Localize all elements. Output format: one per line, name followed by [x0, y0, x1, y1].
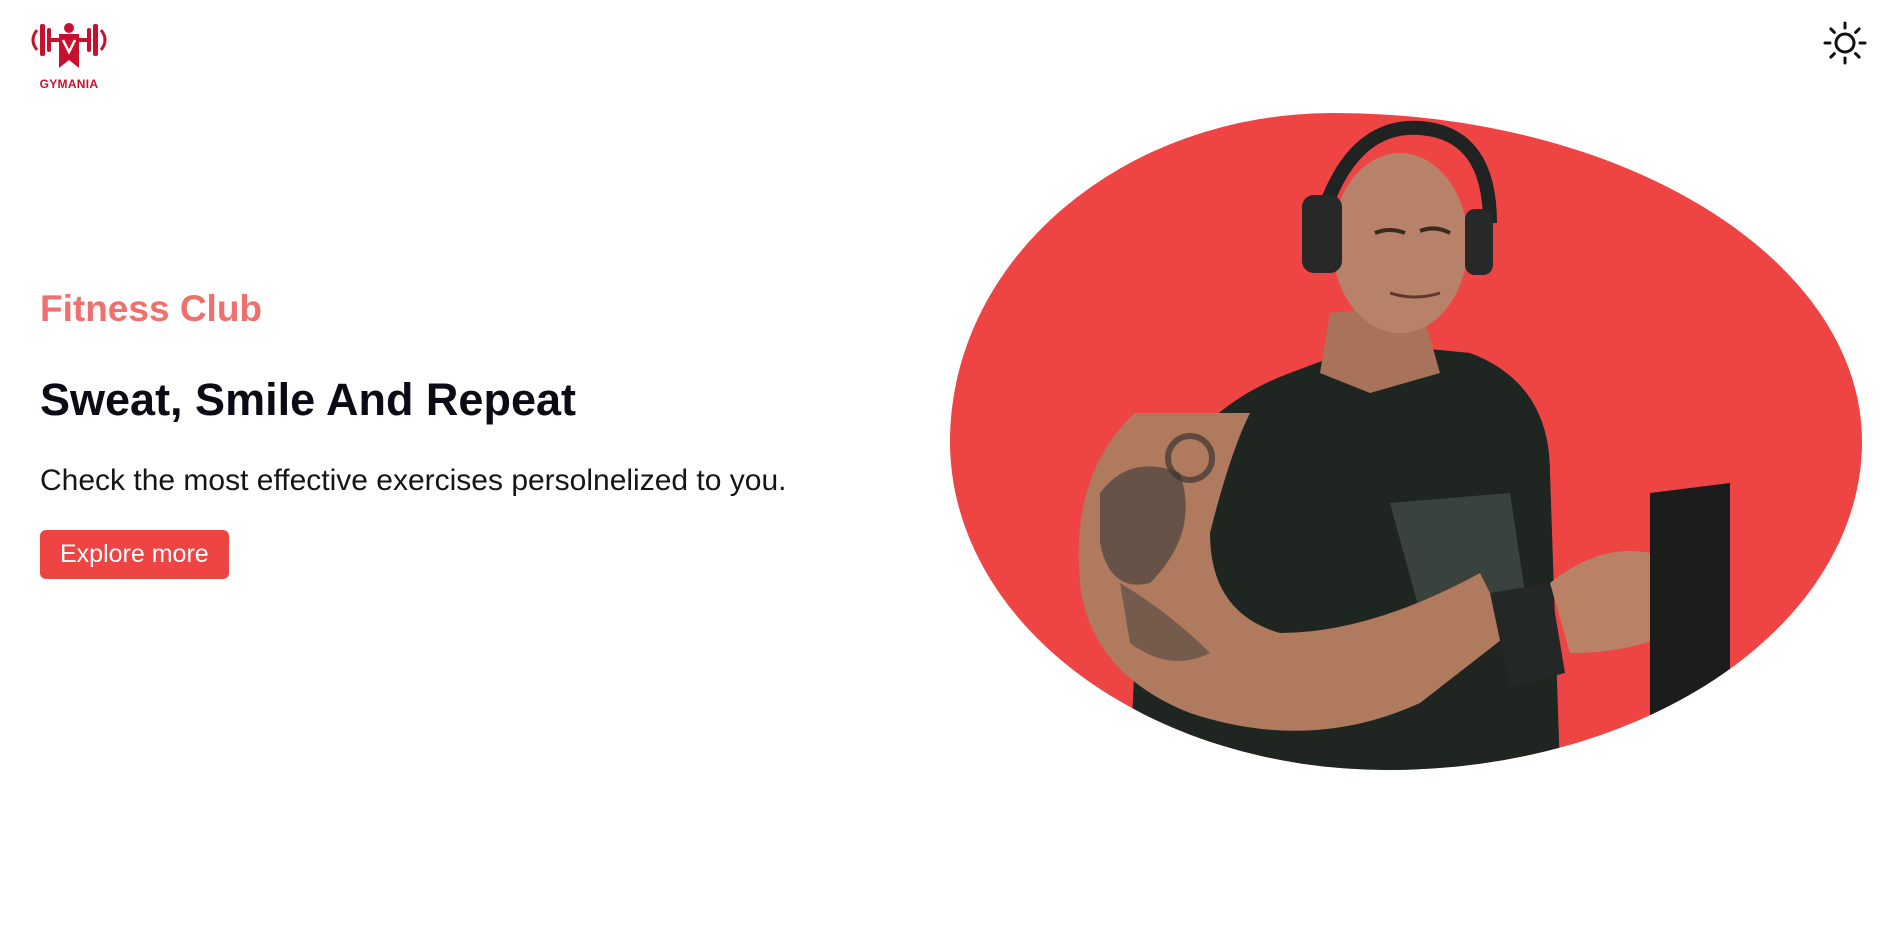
hero-eyebrow: Fitness Club	[40, 288, 263, 329]
athlete-photo	[1078, 120, 1730, 770]
brand-name: GYMANIA	[39, 77, 99, 91]
hero-text-block: Fitness Club Sweat, Smile And Repeat Che…	[40, 288, 786, 579]
hero-subtext: Check the most effective exercises perso…	[40, 464, 787, 497]
hero-blob-background	[950, 113, 1862, 770]
brand-logo[interactable]: GYMANIA	[26, 16, 112, 91]
sun-icon	[1823, 21, 1867, 65]
landing-page: GYMANIA Fitness Club Sweat, Smile And Re…	[0, 0, 1892, 933]
hero-headline: Sweat, Smile And Repeat	[40, 374, 576, 425]
hero-image	[950, 113, 1862, 770]
theme-toggle-button[interactable]	[1822, 20, 1868, 66]
explore-more-button[interactable]: Explore more	[40, 530, 229, 579]
dumbbell-logo-icon	[31, 23, 107, 68]
